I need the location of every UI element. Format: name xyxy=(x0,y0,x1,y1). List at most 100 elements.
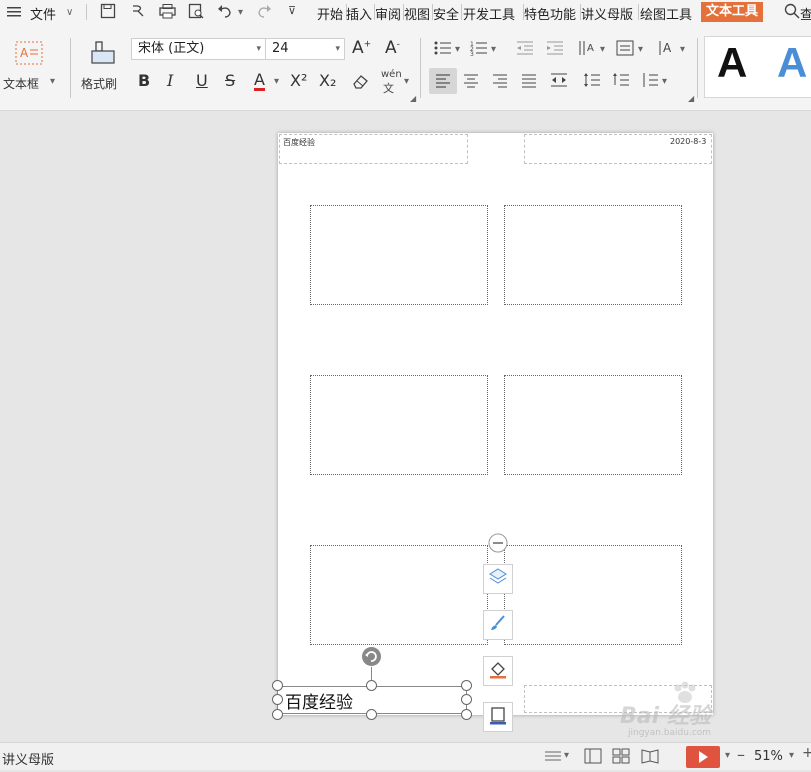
decrease-indent-icon[interactable] xyxy=(516,40,534,60)
resize-handle-ne[interactable] xyxy=(461,680,472,691)
format-painter-icon[interactable] xyxy=(90,40,116,70)
phonetic-dropdown-icon[interactable]: ▾ xyxy=(404,76,409,87)
font-size-select[interactable]: 24 ▾ xyxy=(265,38,345,60)
collapse-toolbar-icon[interactable] xyxy=(488,533,508,557)
grow-font-icon[interactable]: A+ xyxy=(352,38,371,58)
slide-placeholder-6[interactable] xyxy=(504,545,682,645)
format-painter-label[interactable]: 格式刷 xyxy=(81,75,117,92)
notes-dropdown-icon[interactable]: ▾ xyxy=(564,750,569,761)
slide-sorter-icon[interactable] xyxy=(612,748,630,768)
undo-icon[interactable] xyxy=(217,3,233,23)
reading-view-icon[interactable] xyxy=(641,748,659,768)
tab-security[interactable]: 安全 xyxy=(433,4,459,23)
normal-view-icon[interactable] xyxy=(584,748,602,768)
italic-button[interactable]: I xyxy=(167,71,173,90)
align-right-icon[interactable] xyxy=(492,74,508,92)
fill-button[interactable] xyxy=(483,656,513,686)
align-text-icon[interactable] xyxy=(616,40,634,60)
distribute-icon[interactable] xyxy=(550,72,568,92)
play-slideshow-button[interactable] xyxy=(686,746,720,768)
font-color-dropdown-icon[interactable]: ▾ xyxy=(274,76,279,87)
style-button[interactable] xyxy=(483,610,513,640)
style-preview-black[interactable]: A xyxy=(717,39,747,87)
tab-review[interactable]: 审阅 xyxy=(375,4,401,23)
text-style-gallery[interactable]: A A xyxy=(704,36,811,98)
align-text-dropdown-icon[interactable]: ▾ xyxy=(638,44,643,55)
numbering-dropdown-icon[interactable]: ▾ xyxy=(491,44,496,55)
spacing-options-icon[interactable] xyxy=(641,72,659,92)
textbox-label[interactable]: 文本框 xyxy=(3,75,39,92)
align-left-button[interactable] xyxy=(429,68,457,94)
resize-handle-e[interactable] xyxy=(461,694,472,705)
paragraph-spacing-icon[interactable] xyxy=(612,72,630,92)
numbering-icon[interactable]: 123 xyxy=(470,40,488,60)
print-icon[interactable] xyxy=(159,3,176,23)
tab-home[interactable]: 开始 xyxy=(317,4,343,23)
tab-handout-master[interactable]: 讲义母版 xyxy=(581,4,633,23)
zoom-dropdown-icon[interactable]: ▾ xyxy=(789,750,794,761)
slide-placeholder-5[interactable] xyxy=(310,545,488,645)
customize-toolbar-icon[interactable]: ⊽ xyxy=(288,4,296,17)
resize-handle-nw[interactable] xyxy=(272,680,283,691)
undo-dropdown-icon[interactable]: ▾ xyxy=(238,7,243,18)
text-direction-dropdown-icon[interactable]: ▾ xyxy=(600,44,605,55)
resize-handle-sw[interactable] xyxy=(272,709,283,720)
save-icon[interactable] xyxy=(100,3,116,23)
increase-indent-icon[interactable] xyxy=(546,40,564,60)
tab-insert[interactable]: 插入 xyxy=(346,4,372,23)
slide-placeholder-3[interactable] xyxy=(310,375,488,475)
bold-button[interactable]: B xyxy=(138,71,150,90)
font-dialog-launcher-icon[interactable]: ◢ xyxy=(410,94,416,103)
redo-icon[interactable] xyxy=(256,3,272,23)
resize-handle-s[interactable] xyxy=(366,709,377,720)
slide-placeholder-2[interactable] xyxy=(504,205,682,305)
align-center-icon[interactable] xyxy=(463,74,479,92)
tab-developer[interactable]: 开发工具 xyxy=(463,4,515,23)
subscript-button[interactable]: X₂ xyxy=(319,71,336,90)
bullets-icon[interactable] xyxy=(434,40,452,60)
zoom-in-button[interactable]: + xyxy=(802,745,811,761)
resize-handle-se[interactable] xyxy=(461,709,472,720)
textbox-dropdown-icon[interactable]: ▾ xyxy=(50,76,55,87)
layer-button[interactable] xyxy=(483,564,513,594)
textbox-content[interactable]: 百度经验 xyxy=(285,688,353,713)
tab-drawing-tools[interactable]: 绘图工具 xyxy=(640,4,692,23)
slide-placeholder-4[interactable] xyxy=(504,375,682,475)
search-label[interactable]: 查 xyxy=(800,4,811,23)
clear-format-icon[interactable] xyxy=(352,72,370,94)
slideshow-dropdown-icon[interactable]: ▾ xyxy=(725,750,730,761)
phonetic-guide-button[interactable]: wén xyxy=(381,69,402,80)
style-preview-blue[interactable]: A xyxy=(777,39,807,87)
justify-icon[interactable] xyxy=(521,74,537,92)
font-color-button[interactable]: A xyxy=(254,71,265,91)
zoom-level[interactable]: 51% xyxy=(754,749,783,764)
file-menu[interactable]: 文件 xyxy=(30,4,56,23)
notes-toggle-icon[interactable] xyxy=(544,749,562,767)
tab-text-tools[interactable]: 文本工具 xyxy=(701,2,763,22)
strikethrough-button[interactable]: S xyxy=(225,71,235,90)
outline-button[interactable] xyxy=(483,702,513,732)
slide-placeholder-1[interactable] xyxy=(310,205,488,305)
underline-button[interactable]: U xyxy=(196,71,208,90)
textbox-icon[interactable]: A xyxy=(15,41,43,69)
hamburger-icon[interactable] xyxy=(7,5,21,19)
zoom-out-button[interactable]: – xyxy=(737,745,745,764)
resize-handle-w[interactable] xyxy=(272,694,283,705)
tab-view[interactable]: 视图 xyxy=(404,4,430,23)
superscript-button[interactable]: X² xyxy=(290,71,307,90)
chevron-down-icon[interactable]: ∨ xyxy=(66,7,73,18)
tab-features[interactable]: 特色功能 xyxy=(524,4,576,23)
bullets-dropdown-icon[interactable]: ▾ xyxy=(455,44,460,55)
column-icon[interactable]: A xyxy=(658,39,676,61)
search-icon[interactable] xyxy=(784,3,800,23)
text-direction-icon[interactable]: A xyxy=(578,39,596,61)
print-preview-icon[interactable] xyxy=(188,3,204,23)
shrink-font-icon[interactable]: A- xyxy=(385,38,400,58)
font-name-select[interactable]: 宋体 (正文) ▾ xyxy=(131,38,266,60)
line-spacing-icon[interactable] xyxy=(583,72,601,92)
export-icon[interactable] xyxy=(130,3,146,23)
resize-handle-n[interactable] xyxy=(366,680,377,691)
column-dropdown-icon[interactable]: ▾ xyxy=(680,44,685,55)
paragraph-dialog-launcher-icon[interactable]: ◢ xyxy=(688,94,694,103)
spacing-dropdown-icon[interactable]: ▾ xyxy=(662,76,667,87)
